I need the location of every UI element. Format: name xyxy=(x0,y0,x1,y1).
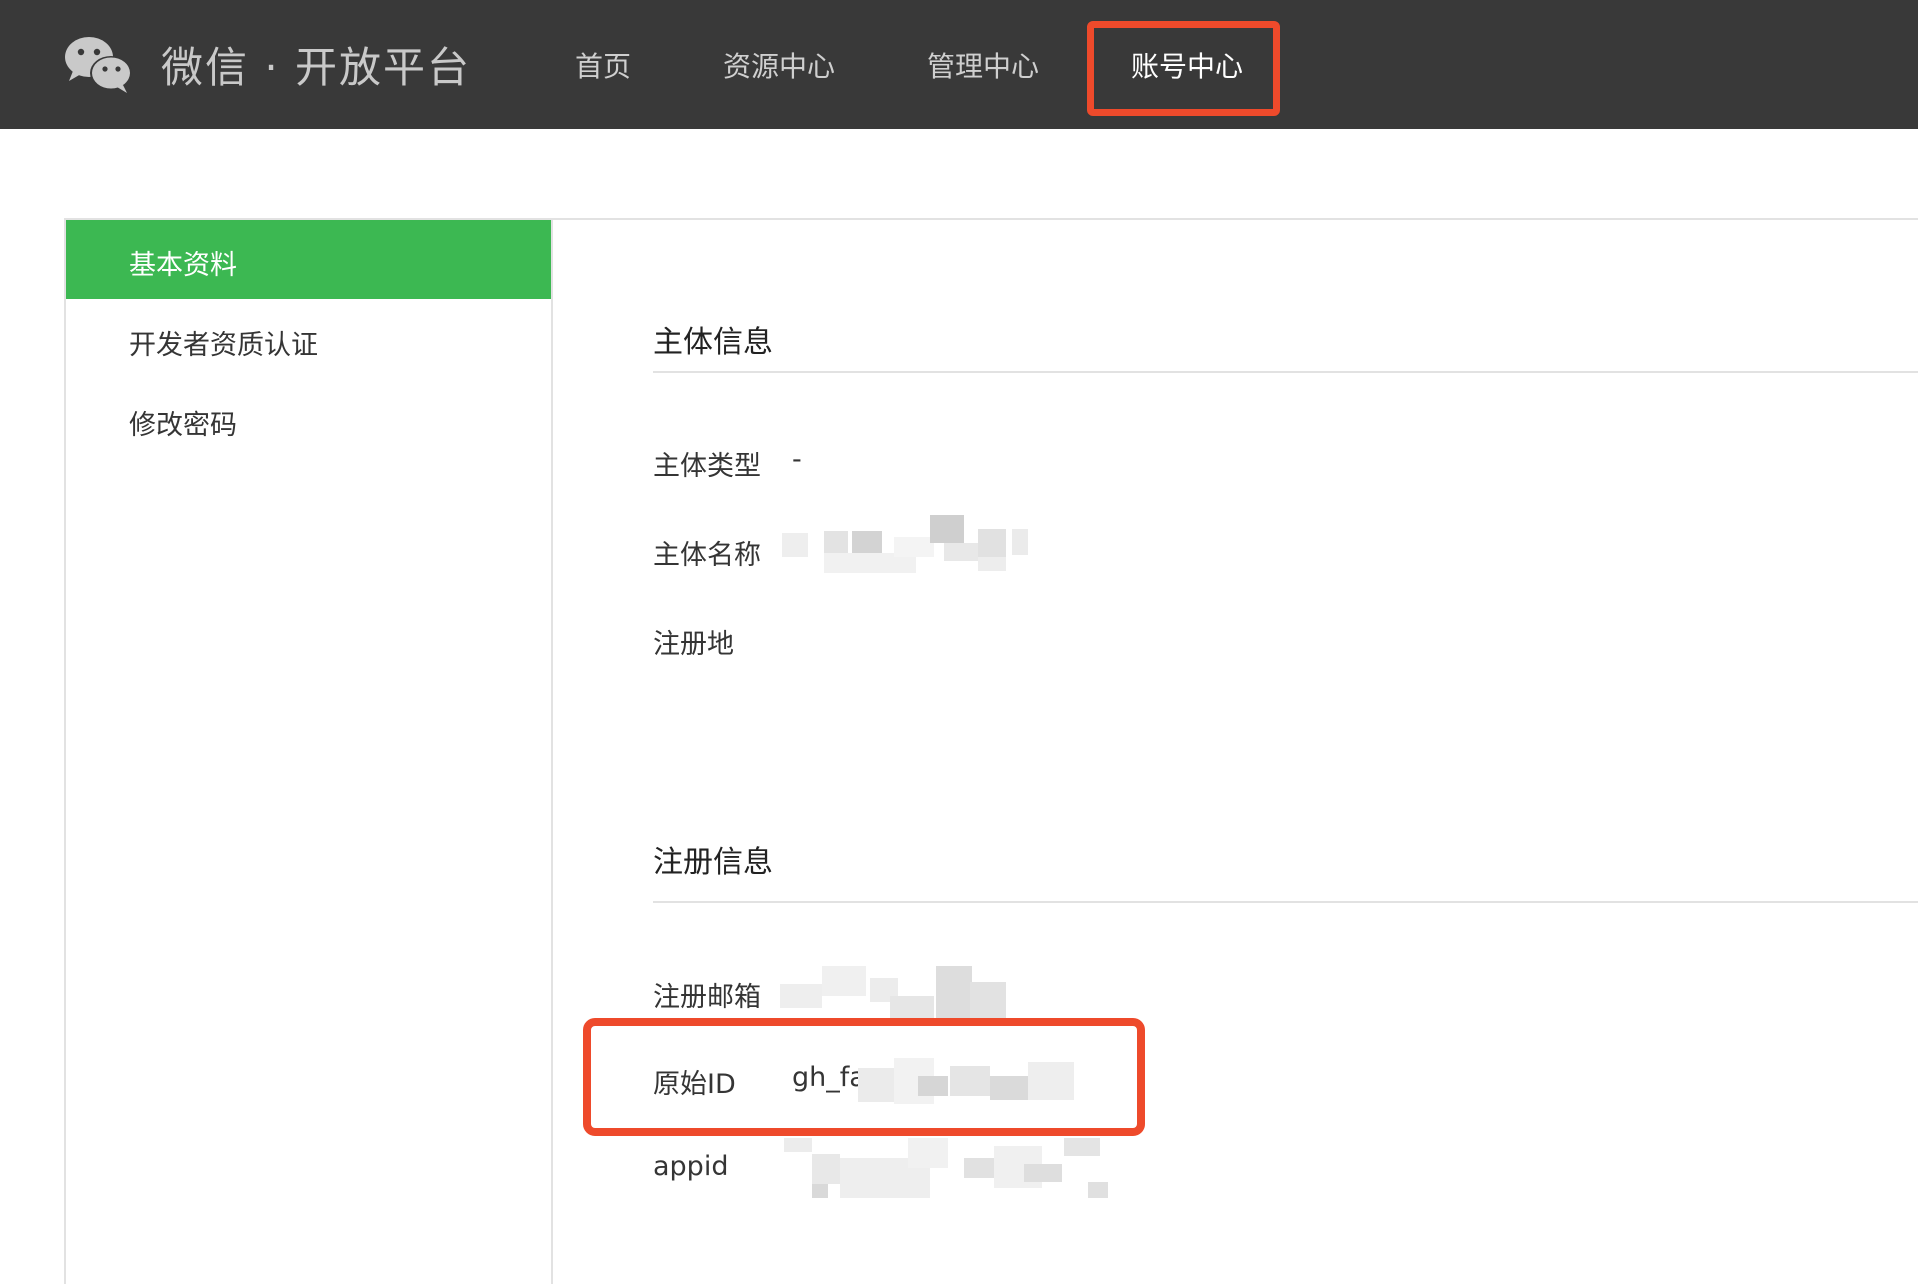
brand-logo[interactable]: 微信 · 开放平台 xyxy=(63,34,471,95)
section-title-subject-info: 主体信息 xyxy=(653,325,773,360)
field-label-registered-location: 注册地 xyxy=(653,629,734,660)
nav-home[interactable]: 首页 xyxy=(575,0,631,129)
section-divider xyxy=(653,371,1918,373)
field-value-subject-type: - xyxy=(792,444,802,475)
section-divider xyxy=(653,901,1918,903)
section-title-registration-info: 注册信息 xyxy=(653,845,773,880)
wechat-logo-icon xyxy=(63,35,135,95)
annotation-highlight-account-center xyxy=(1087,21,1280,116)
field-label-subject-name: 主体名称 xyxy=(653,540,761,571)
nav-management-center[interactable]: 管理中心 xyxy=(927,0,1039,129)
top-navigation-bar: 微信 · 开放平台 首页 资源中心 管理中心 账号中心 xyxy=(0,0,1918,129)
annotation-highlight-original-id xyxy=(583,1018,1145,1136)
sidebar-item-basic-info-label[interactable]: 基本资料 xyxy=(129,243,237,282)
nav-resource-center[interactable]: 资源中心 xyxy=(723,0,835,129)
field-label-subject-type: 主体类型 xyxy=(653,451,761,482)
brand-name: 微信 · 开放平台 xyxy=(161,43,472,92)
field-label-registered-email: 注册邮箱 xyxy=(653,982,761,1013)
sidebar-divider xyxy=(551,218,553,1284)
content-frame-left-border xyxy=(64,218,66,1284)
sidebar-item-developer-certification[interactable]: 开发者资质认证 xyxy=(129,323,318,362)
sidebar-item-change-password[interactable]: 修改密码 xyxy=(129,403,237,442)
field-label-appid: appid xyxy=(653,1151,729,1182)
